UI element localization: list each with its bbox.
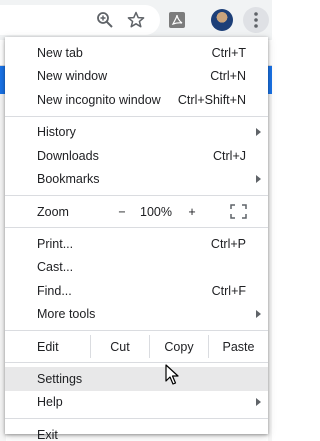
chrome-app-menu: New tab Ctrl+T New window Ctrl+N New inc… bbox=[5, 37, 268, 441]
menu-item-label: New incognito window bbox=[37, 92, 161, 107]
submenu-arrow-icon bbox=[256, 310, 261, 319]
menu-item-label: Find... bbox=[37, 283, 72, 298]
edit-label: Edit bbox=[37, 339, 59, 354]
submenu-arrow-icon bbox=[256, 175, 261, 184]
menu-item-history[interactable]: History bbox=[5, 121, 268, 145]
menu-item-label: More tools bbox=[37, 307, 96, 322]
menu-item-more-tools[interactable]: More tools bbox=[5, 303, 268, 327]
menu-group-exit: Exit bbox=[5, 423, 268, 441]
zoom-level: 100% bbox=[140, 204, 172, 219]
zoom-icon[interactable] bbox=[94, 9, 116, 31]
menu-separator bbox=[5, 330, 268, 331]
browser-toolbar bbox=[0, 0, 272, 40]
menu-item-label: Settings bbox=[37, 371, 83, 386]
menu-item-new-incognito-window[interactable]: New incognito window Ctrl+Shift+N bbox=[5, 88, 268, 112]
copy-button[interactable]: Copy bbox=[149, 335, 208, 358]
zoom-out-button[interactable]: − bbox=[115, 205, 129, 219]
menu-item-label: Cast... bbox=[37, 260, 74, 275]
menu-item-bookmarks[interactable]: Bookmarks bbox=[5, 168, 268, 192]
menu-group-browse: History Downloads Ctrl+J Bookmarks bbox=[5, 121, 268, 192]
menu-group-tools: Print... Ctrl+P Cast... Find... Ctrl+F M… bbox=[5, 232, 268, 326]
menu-item-shortcut: Ctrl+T bbox=[211, 45, 246, 60]
pdf-extension-icon[interactable] bbox=[166, 9, 188, 31]
menu-separator bbox=[5, 227, 268, 228]
menu-group-new: New tab Ctrl+T New window Ctrl+N New inc… bbox=[5, 41, 268, 112]
menu-item-new-window[interactable]: New window Ctrl+N bbox=[5, 65, 268, 89]
zoom-in-button[interactable]: + bbox=[185, 205, 199, 219]
menu-item-print[interactable]: Print... Ctrl+P bbox=[5, 232, 268, 256]
star-icon[interactable] bbox=[125, 9, 147, 31]
menu-item-cast[interactable]: Cast... bbox=[5, 256, 268, 280]
submenu-arrow-icon bbox=[256, 128, 261, 137]
edit-row: Edit Cut Copy Paste bbox=[5, 335, 268, 358]
menu-item-find[interactable]: Find... Ctrl+F bbox=[5, 279, 268, 303]
menu-item-shortcut: Ctrl+F bbox=[211, 283, 246, 298]
cut-button[interactable]: Cut bbox=[90, 335, 149, 358]
fullscreen-icon[interactable] bbox=[230, 204, 247, 219]
menu-separator bbox=[5, 115, 268, 117]
menu-group-settings: Settings Help bbox=[5, 367, 268, 414]
menu-separator bbox=[5, 362, 268, 363]
menu-item-label: Print... bbox=[37, 236, 74, 251]
menu-item-shortcut: Ctrl+N bbox=[210, 69, 246, 84]
mouse-cursor-icon bbox=[165, 364, 179, 385]
menu-item-label: History bbox=[37, 125, 76, 140]
menu-item-label: Help bbox=[37, 395, 63, 410]
menu-item-new-tab[interactable]: New tab Ctrl+T bbox=[5, 41, 268, 65]
menu-item-shortcut: Ctrl+J bbox=[213, 148, 246, 163]
menu-item-label: Bookmarks bbox=[37, 172, 100, 187]
three-dot-menu-icon[interactable] bbox=[243, 7, 269, 33]
menu-item-downloads[interactable]: Downloads Ctrl+J bbox=[5, 144, 268, 168]
submenu-arrow-icon bbox=[256, 398, 261, 407]
menu-item-exit[interactable]: Exit bbox=[5, 423, 268, 441]
menu-item-help[interactable]: Help bbox=[5, 391, 268, 415]
menu-item-label: Downloads bbox=[37, 148, 99, 163]
menu-item-label: New tab bbox=[37, 45, 83, 60]
zoom-row: Zoom − 100% + bbox=[5, 200, 268, 223]
menu-separator bbox=[5, 418, 268, 419]
profile-avatar[interactable] bbox=[211, 9, 233, 31]
menu-item-label: New window bbox=[37, 69, 108, 84]
zoom-label: Zoom bbox=[37, 204, 69, 219]
menu-separator bbox=[5, 195, 268, 196]
page-background-right bbox=[268, 94, 272, 441]
menu-item-settings[interactable]: Settings bbox=[5, 367, 268, 391]
paste-button[interactable]: Paste bbox=[208, 335, 268, 358]
menu-item-label: Exit bbox=[37, 427, 58, 441]
menu-item-shortcut: Ctrl+P bbox=[210, 236, 246, 251]
menu-item-shortcut: Ctrl+Shift+N bbox=[177, 92, 246, 107]
